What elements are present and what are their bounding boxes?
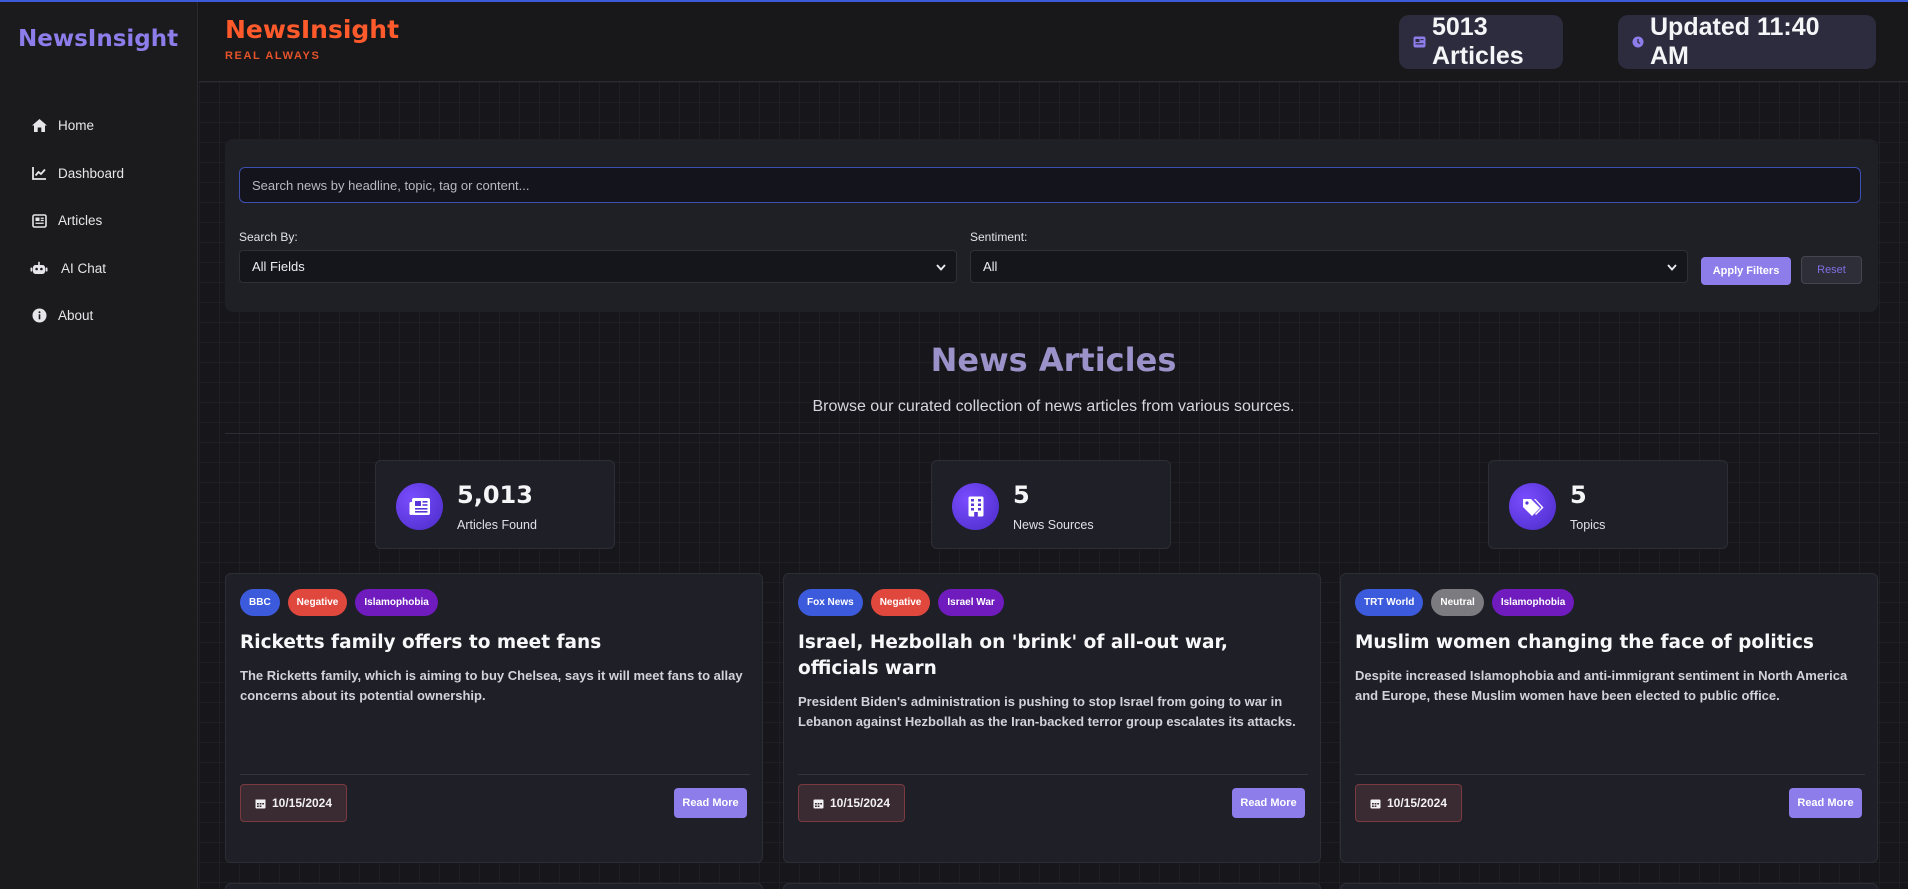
sentiment-select[interactable]: All: [970, 250, 1688, 283]
sidebar-item-label: Articles: [58, 213, 103, 229]
divider: [225, 433, 1878, 434]
sidebar-item-label: About: [58, 308, 94, 324]
sidebar-item-label: AI Chat: [61, 260, 107, 276]
chevron-down-icon: [936, 259, 946, 274]
stat-card-articles: 5,013 Articles Found: [375, 460, 615, 549]
calendar-icon: [255, 798, 266, 809]
stat-value: 5: [1013, 481, 1030, 509]
sidebar-item-ai-chat[interactable]: AI Chat: [0, 245, 198, 293]
read-more-button[interactable]: Read More: [1232, 788, 1305, 818]
article-date: 10/15/2024: [829, 796, 891, 810]
sidebar: NewsInsight Home Dashboard Articles AI C…: [0, 2, 198, 889]
stat-label: Articles Found: [457, 518, 537, 532]
main-content: NewsInsight REAL ALWAYS 5013 Articles Up…: [199, 2, 1908, 889]
divider: [240, 774, 750, 775]
stat-label: Topics: [1570, 518, 1606, 532]
source-badge[interactable]: Fox News: [798, 589, 863, 616]
sidebar-brand[interactable]: NewsInsight: [18, 26, 178, 52]
apply-filters-button[interactable]: Apply Filters: [1701, 257, 1791, 285]
building-icon: [952, 483, 999, 530]
page-subtitle: Browse our curated collection of news ar…: [812, 398, 1295, 415]
filter-panel: Search By: All Fields Sentiment: All App…: [225, 139, 1878, 312]
sentiment-badge[interactable]: Negative: [870, 589, 931, 616]
calendar-icon: [813, 798, 824, 809]
newspaper-icon: [396, 483, 443, 530]
topic-badge[interactable]: Israel War: [938, 589, 1004, 616]
sidebar-item-label: Dashboard: [58, 165, 125, 181]
sentiment-value: All: [983, 259, 998, 274]
article-summary: Despite increased Islamophobia and anti-…: [1355, 668, 1848, 703]
sidebar-item-about[interactable]: About: [0, 292, 198, 340]
sentiment-badge[interactable]: Negative: [287, 589, 348, 616]
article-card[interactable]: [783, 883, 1321, 889]
article-date: 10/15/2024: [271, 796, 333, 810]
sidebar-nav: Home Dashboard Articles AI Chat About: [0, 102, 198, 340]
sidebar-item-home[interactable]: Home: [0, 102, 198, 150]
sidebar-item-dashboard[interactable]: Dashboard: [0, 150, 198, 198]
sidebar-item-articles[interactable]: Articles: [0, 197, 198, 245]
topic-badge[interactable]: Islamophobia: [355, 589, 438, 616]
search-by-value: All Fields: [252, 259, 305, 274]
date-badge: 10/15/2024: [798, 784, 905, 822]
stat-card-sources: 5 News Sources: [931, 460, 1171, 549]
stat-value: 5: [1570, 481, 1587, 509]
article-card[interactable]: BBC Negative Islamophobia Ricketts famil…: [225, 573, 763, 863]
search-by-label: Search By:: [239, 230, 298, 244]
tags-icon: [1509, 483, 1556, 530]
home-icon: [30, 117, 48, 135]
articles-count-text: 5013 Articles: [1432, 13, 1524, 70]
article-date: 10/15/2024: [1386, 796, 1448, 810]
robot-icon: [30, 259, 48, 277]
article-title[interactable]: Israel, Hezbollah on 'brink' of all-out …: [798, 630, 1308, 682]
page-title: News Articles: [930, 341, 1177, 379]
stat-card-topics: 5 Topics: [1488, 460, 1728, 549]
article-title[interactable]: Ricketts family offers to meet fans: [240, 630, 750, 656]
source-badge[interactable]: BBC: [240, 589, 280, 616]
reset-button[interactable]: Reset: [1801, 256, 1862, 284]
article-card[interactable]: Fox News Negative Israel War Israel, Hez…: [783, 573, 1321, 863]
updated-time-badge: Updated 11:40 AM: [1618, 13, 1876, 70]
stat-label: News Sources: [1013, 518, 1094, 532]
app-header: NewsInsight REAL ALWAYS 5013 Articles Up…: [199, 2, 1908, 82]
date-badge: 10/15/2024: [1355, 784, 1462, 822]
divider: [798, 774, 1308, 775]
tag-list: Fox News Negative Israel War: [798, 589, 1004, 616]
stat-value: 5,013: [457, 481, 533, 509]
articles-count-badge: 5013 Articles: [1399, 13, 1563, 70]
search-by-select[interactable]: All Fields: [239, 250, 957, 283]
sidebar-item-label: Home: [58, 118, 95, 134]
tag-list: BBC Negative Islamophobia: [240, 589, 438, 616]
header-tagline: REAL ALWAYS: [225, 50, 321, 62]
search-input[interactable]: [239, 167, 1861, 203]
newspaper-icon: [30, 212, 48, 230]
calendar-icon: [1370, 798, 1381, 809]
chevron-down-icon: [1667, 259, 1677, 274]
info-icon: [30, 307, 48, 325]
header-title[interactable]: NewsInsight: [225, 15, 399, 44]
topic-badge[interactable]: Islamophobia: [1491, 589, 1575, 616]
read-more-button[interactable]: Read More: [1789, 788, 1862, 818]
article-title[interactable]: Muslim women changing the face of politi…: [1355, 630, 1865, 656]
divider: [1355, 774, 1865, 775]
chart-line-icon: [30, 164, 48, 182]
article-card[interactable]: [225, 883, 763, 889]
article-card[interactable]: [1340, 883, 1878, 889]
source-badge[interactable]: TRT World: [1355, 589, 1424, 616]
clock-icon: [1632, 36, 1644, 48]
newspaper-icon: [1413, 36, 1426, 48]
updated-time-text: Updated 11:40 AM: [1650, 13, 1820, 70]
read-more-button[interactable]: Read More: [674, 788, 747, 818]
article-summary: President Biden's administration is push…: [798, 694, 1296, 729]
article-card[interactable]: TRT World Neutral Islamophobia Muslim wo…: [1340, 573, 1878, 863]
article-summary: The Ricketts family, which is aiming to …: [240, 668, 743, 703]
sentiment-label: Sentiment:: [970, 230, 1028, 244]
sentiment-badge[interactable]: Neutral: [1431, 589, 1484, 616]
date-badge: 10/15/2024: [240, 784, 347, 822]
tag-list: TRT World Neutral Islamophobia: [1355, 589, 1575, 616]
